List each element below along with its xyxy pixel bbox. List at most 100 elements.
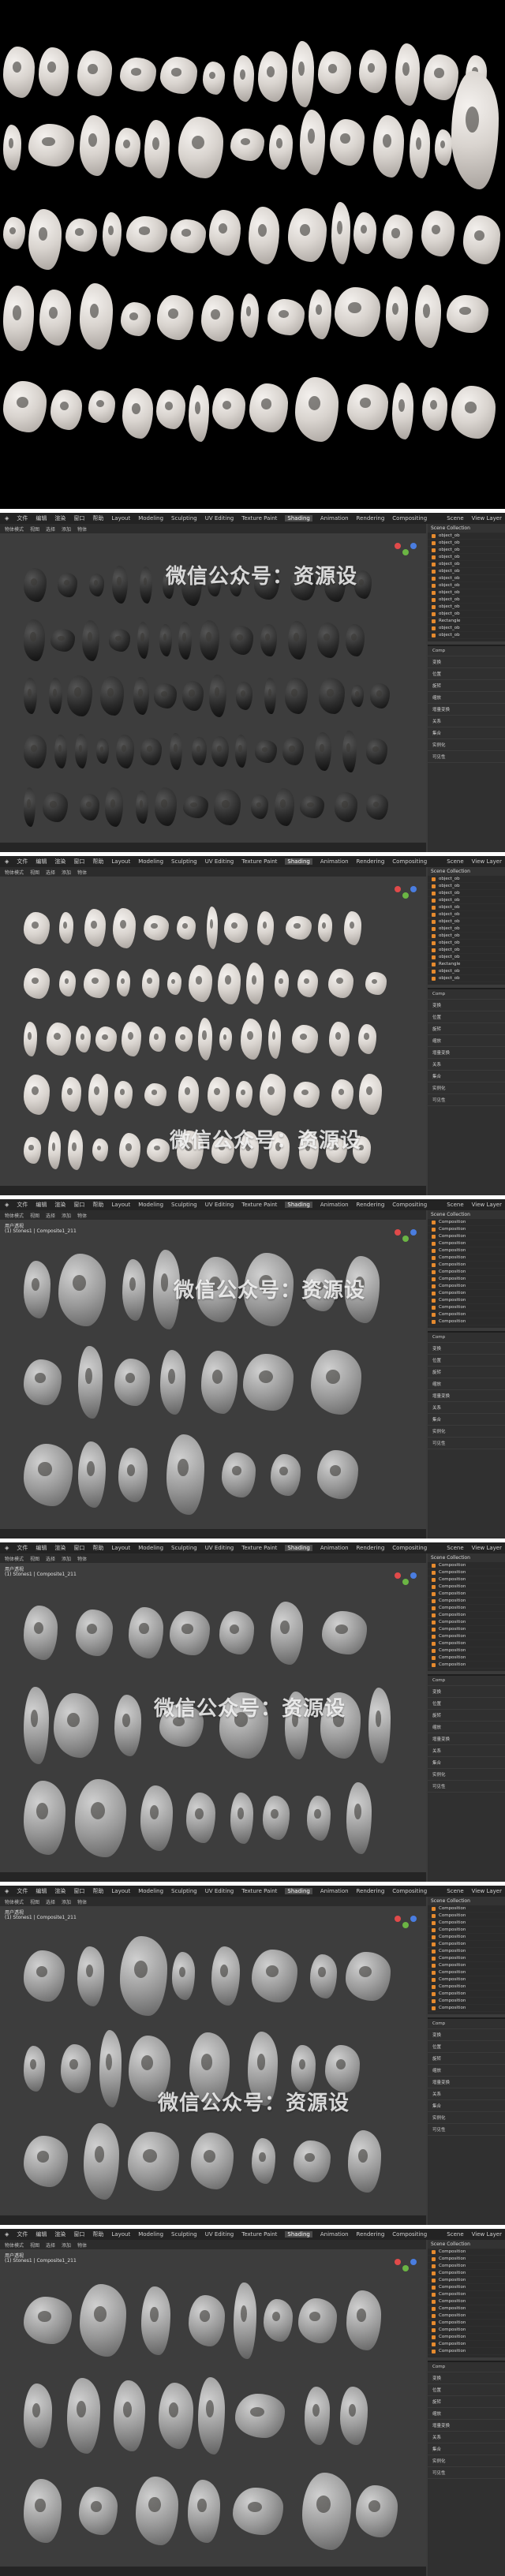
outliner-item[interactable]: Composition (428, 1254, 505, 1262)
rock-model[interactable] (54, 1692, 99, 1759)
outliner-item[interactable]: Composition (428, 1912, 505, 1920)
rock-model[interactable] (178, 621, 192, 660)
rock-model[interactable] (192, 737, 207, 766)
viewport-menu-item[interactable]: 物体 (77, 525, 87, 533)
property-row[interactable]: 变换 (428, 1000, 505, 1011)
rock-model[interactable] (24, 968, 50, 999)
rock-model[interactable] (114, 1080, 133, 1109)
rock-model[interactable] (154, 683, 178, 708)
menu-item[interactable]: 帮助 (92, 1201, 103, 1209)
rock-model[interactable] (198, 1018, 213, 1060)
rock-model[interactable] (147, 1138, 170, 1162)
outliner-item[interactable]: Composition (428, 2305, 505, 2312)
viewport-menu-item[interactable]: 选择 (46, 1212, 55, 1219)
outliner-item[interactable]: Composition (428, 1612, 505, 1619)
outliner-item[interactable]: object_ob (428, 911, 505, 918)
blender-logo-icon[interactable]: ◈ (5, 1202, 9, 1208)
rock-model[interactable] (267, 1019, 281, 1059)
rock-model[interactable] (190, 2133, 234, 2190)
rock-model[interactable] (366, 794, 388, 821)
workspace-tab[interactable]: Compositing (392, 858, 427, 865)
rock-model[interactable] (209, 675, 227, 717)
property-row[interactable]: 实例化 (428, 1769, 505, 1781)
outliner-item[interactable]: Composition (428, 1262, 505, 1269)
rock-model[interactable] (58, 1253, 106, 1326)
workspace-tab[interactable]: Animation (320, 1888, 349, 1894)
outliner-item[interactable]: Composition (428, 1283, 505, 1290)
navigation-gizmo-icon[interactable] (395, 1572, 401, 1579)
property-row[interactable]: 旋转 (428, 2053, 505, 2065)
navigation-gizmo-icon[interactable] (395, 886, 401, 892)
blender-logo-icon[interactable]: ◈ (5, 1545, 9, 1551)
property-row[interactable]: 增量变换 (428, 704, 505, 716)
outliner-item[interactable]: object_ob (428, 876, 505, 883)
workspace-tab[interactable]: Texture Paint (241, 1888, 277, 1894)
rock-model[interactable] (340, 2386, 368, 2446)
navigation-gizmo-icon[interactable] (402, 549, 409, 555)
rock-model[interactable] (24, 2297, 73, 2345)
workspace-tab[interactable]: Modeling (138, 1888, 163, 1894)
rock-model[interactable] (24, 787, 36, 827)
rock-model[interactable] (200, 1350, 238, 1414)
workspace-tab[interactable]: Modeling (138, 858, 163, 865)
rock-model[interactable] (234, 2282, 256, 2359)
menu-item[interactable]: 渲染 (54, 2230, 65, 2238)
3d-viewport[interactable]: 用户透视 (1) Stones1 | Composite1_211 (0, 2249, 426, 2567)
menu-item[interactable]: 文件 (17, 2230, 28, 2238)
rock-model[interactable] (24, 2046, 46, 2092)
rock-model[interactable] (170, 1610, 210, 1655)
rock-model[interactable] (133, 677, 149, 715)
workspace-tab[interactable]: Modeling (138, 515, 163, 522)
rock-model[interactable] (232, 2487, 283, 2535)
rock-model[interactable] (24, 1606, 58, 1661)
viewport-menu-item[interactable]: 添加 (62, 869, 71, 876)
rock-model[interactable] (136, 2477, 179, 2546)
outliner-item[interactable]: object_ob (428, 596, 505, 604)
rock-model[interactable] (24, 677, 37, 715)
property-row[interactable]: 缩放 (428, 1722, 505, 1733)
outliner-item[interactable]: Composition (428, 1569, 505, 1576)
viewport-menu-item[interactable]: 视图 (30, 1898, 39, 1905)
outliner-item[interactable]: Composition (428, 1269, 505, 1276)
outliner-item[interactable]: Composition (428, 1626, 505, 1633)
workspace-tab[interactable]: UV Editing (205, 1202, 234, 1208)
rock-model[interactable] (284, 677, 308, 715)
outliner-item[interactable]: Composition (428, 2320, 505, 2327)
workspace-tab[interactable]: Texture Paint (241, 515, 277, 522)
property-row[interactable]: 实例化 (428, 2112, 505, 2124)
workspace-tab[interactable]: Animation (320, 1202, 349, 1208)
workspace-tab[interactable]: Compositing (392, 1545, 427, 1551)
rock-model[interactable] (317, 1450, 358, 1500)
rock-model[interactable] (325, 2045, 361, 2092)
rock-model[interactable] (109, 629, 131, 652)
workspace-tab[interactable]: Animation (320, 858, 349, 865)
menu-item[interactable]: 编辑 (36, 514, 47, 522)
rock-model[interactable] (118, 1132, 141, 1168)
workspace-tab[interactable]: Texture Paint (241, 858, 277, 865)
outliner-item[interactable]: Composition (428, 1920, 505, 1927)
outliner-item[interactable]: Composition (428, 1662, 505, 1669)
blender-logo-icon[interactable]: ◈ (5, 2231, 9, 2238)
property-row[interactable]: 变换 (428, 2372, 505, 2384)
outliner-item[interactable]: object_ob (428, 604, 505, 611)
rock-model[interactable] (24, 1022, 37, 1056)
rock-model[interactable] (54, 735, 68, 768)
outliner-item[interactable]: Composition (428, 1619, 505, 1626)
rock-model[interactable] (79, 2487, 118, 2536)
rock-model[interactable] (118, 1448, 148, 1502)
outliner-item[interactable]: Composition (428, 1983, 505, 1991)
rock-model[interactable] (334, 791, 358, 822)
rock-model[interactable] (166, 1434, 204, 1516)
viewport-menu-item[interactable]: 选择 (46, 1555, 55, 1562)
rock-model[interactable] (294, 1081, 320, 1108)
rock-model[interactable] (100, 676, 124, 716)
navigation-gizmo-icon[interactable] (395, 543, 401, 549)
viewport-menu-item[interactable]: 视图 (30, 1555, 39, 1562)
rock-model[interactable] (116, 735, 134, 768)
rock-model[interactable] (154, 787, 178, 827)
rock-model[interactable] (252, 1950, 298, 2003)
scene-selector[interactable]: Scene (447, 515, 463, 522)
timeline-bar[interactable] (0, 1186, 426, 1195)
rock-model[interactable] (346, 1951, 391, 2001)
menu-item[interactable]: 编辑 (36, 2230, 47, 2238)
